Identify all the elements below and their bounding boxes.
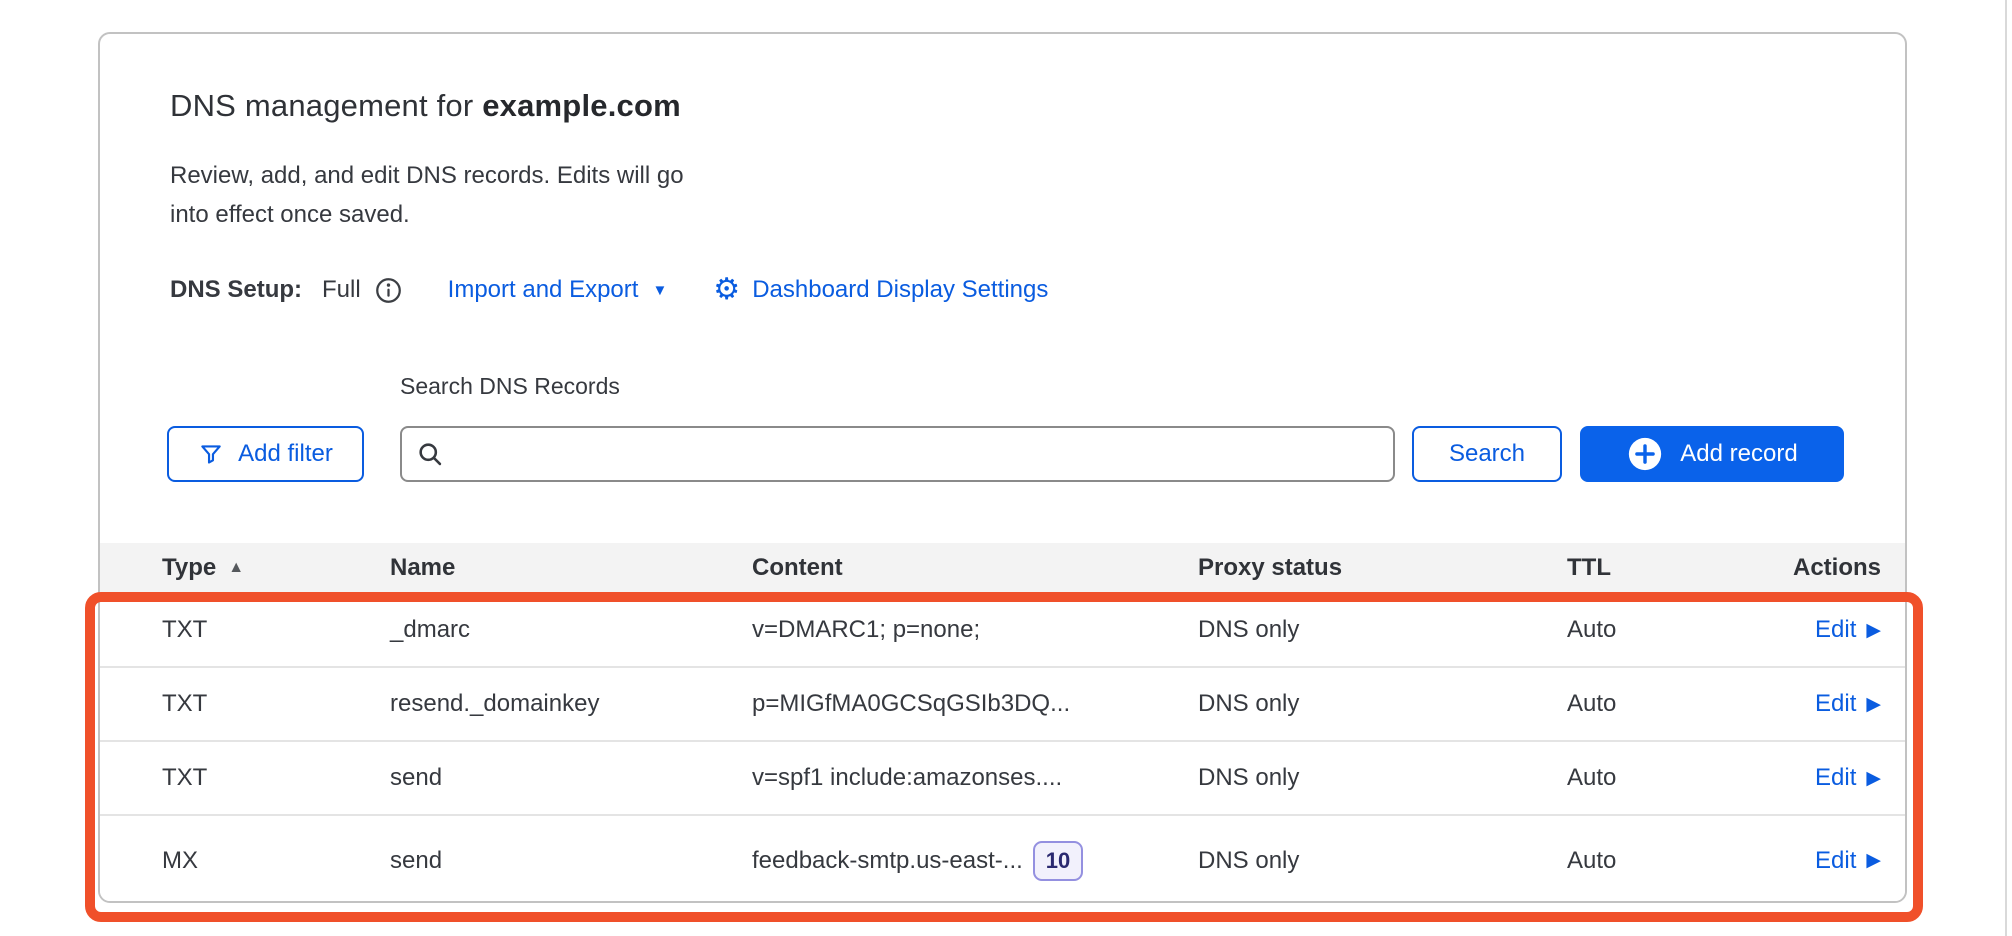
- column-header-actions: Actions: [1717, 554, 1881, 582]
- sort-ascending-icon: ▲: [228, 559, 244, 577]
- add-record-button[interactable]: Add record: [1580, 426, 1844, 482]
- cell-ttl: Auto: [1567, 616, 1717, 644]
- filter-funnel-icon: [198, 441, 224, 467]
- cell-content: v=DMARC1; p=none;: [752, 616, 1198, 644]
- gear-icon: ⚙: [713, 275, 740, 305]
- edit-button[interactable]: Edit ▶: [1815, 690, 1881, 718]
- page-description: Review, add, and edit DNS records. Edits…: [170, 156, 715, 234]
- cell-proxy-status: DNS only: [1198, 847, 1567, 875]
- cell-ttl: Auto: [1567, 847, 1717, 875]
- table-row: TXT _dmarc v=DMARC1; p=none; DNS only Au…: [100, 594, 1905, 668]
- cell-content: v=spf1 include:amazonses....: [752, 764, 1198, 792]
- import-export-label: Import and Export: [448, 276, 639, 304]
- table-header: Type ▲ Name Content Proxy status TTL Act…: [100, 543, 1905, 594]
- plus-circle-icon: [1626, 435, 1664, 473]
- dns-setup-value: Full: [322, 276, 361, 304]
- edit-label: Edit: [1815, 690, 1856, 718]
- dns-management-card: DNS management for example.com Review, a…: [98, 32, 1907, 903]
- cell-name: resend._domainkey: [390, 690, 752, 718]
- cell-name: _dmarc: [390, 616, 752, 644]
- page-title-domain: example.com: [482, 88, 681, 123]
- dns-setup-row: DNS Setup: Full Import and Export ▼ ⚙ Da…: [170, 270, 1048, 310]
- cell-type: MX: [162, 847, 390, 875]
- add-record-label: Add record: [1680, 440, 1797, 468]
- add-filter-button[interactable]: Add filter: [167, 426, 364, 482]
- edit-label: Edit: [1815, 616, 1856, 644]
- edit-button[interactable]: Edit ▶: [1815, 764, 1881, 792]
- chevron-down-icon: ▼: [652, 283, 667, 298]
- dashboard-display-settings-link[interactable]: ⚙ Dashboard Display Settings: [713, 275, 1048, 305]
- cell-name: send: [390, 847, 752, 875]
- cell-ttl: Auto: [1567, 690, 1717, 718]
- add-filter-label: Add filter: [238, 440, 333, 468]
- chevron-right-icon: ▶: [1866, 851, 1881, 870]
- dashboard-display-settings-label: Dashboard Display Settings: [752, 276, 1048, 304]
- priority-badge: 10: [1033, 841, 1083, 881]
- search-input[interactable]: [400, 426, 1395, 482]
- cell-content: p=MIGfMA0GCSqGSIb3DQ...: [752, 690, 1198, 718]
- cell-actions: Edit ▶: [1717, 764, 1881, 792]
- cell-type: TXT: [162, 690, 390, 718]
- cell-ttl: Auto: [1567, 764, 1717, 792]
- cell-content: feedback-smtp.us-east-... 10: [752, 841, 1198, 881]
- dns-setup-label: DNS Setup:: [170, 276, 302, 304]
- table-row: MX send feedback-smtp.us-east-... 10 DNS…: [100, 816, 1905, 903]
- cell-type: TXT: [162, 616, 390, 644]
- column-header-content[interactable]: Content: [752, 554, 1198, 582]
- search-dns-records-label: Search DNS Records: [400, 373, 620, 400]
- cell-proxy-status: DNS only: [1198, 616, 1567, 644]
- cell-proxy-status: DNS only: [1198, 690, 1567, 718]
- table-row: TXT resend._domainkey p=MIGfMA0GCSqGSIb3…: [100, 668, 1905, 742]
- column-header-proxy-status[interactable]: Proxy status: [1198, 554, 1567, 582]
- record-content-text: p=MIGfMA0GCSqGSIb3DQ...: [752, 690, 1070, 718]
- cell-name: send: [390, 764, 752, 792]
- column-header-type[interactable]: Type ▲: [162, 554, 390, 582]
- search-button-label: Search: [1449, 440, 1525, 468]
- column-header-name[interactable]: Name: [390, 554, 752, 582]
- edit-button[interactable]: Edit ▶: [1815, 847, 1881, 875]
- search-button[interactable]: Search: [1412, 426, 1562, 482]
- cell-actions: Edit ▶: [1717, 847, 1881, 875]
- cell-type: TXT: [162, 764, 390, 792]
- record-content-text: v=spf1 include:amazonses....: [752, 764, 1062, 792]
- controls-row: Add filter Search: [100, 426, 1905, 482]
- dns-management-page: DNS management for example.com Review, a…: [0, 0, 2012, 936]
- adjacent-panel-edge: [2005, 0, 2007, 936]
- cell-proxy-status: DNS only: [1198, 764, 1567, 792]
- column-header-ttl[interactable]: TTL: [1567, 554, 1717, 582]
- table-row: TXT send v=spf1 include:amazonses.... DN…: [100, 742, 1905, 816]
- cell-actions: Edit ▶: [1717, 690, 1881, 718]
- column-header-type-label: Type: [162, 554, 216, 582]
- page-title: DNS management for example.com: [170, 88, 681, 124]
- edit-label: Edit: [1815, 764, 1856, 792]
- cell-actions: Edit ▶: [1717, 616, 1881, 644]
- record-content-text: feedback-smtp.us-east-...: [752, 847, 1023, 875]
- chevron-right-icon: ▶: [1866, 769, 1881, 788]
- chevron-right-icon: ▶: [1866, 695, 1881, 714]
- edit-button[interactable]: Edit ▶: [1815, 616, 1881, 644]
- edit-label: Edit: [1815, 847, 1856, 875]
- table-body: TXT _dmarc v=DMARC1; p=none; DNS only Au…: [100, 594, 1905, 903]
- search-input-wrap: [400, 426, 1395, 482]
- page-title-prefix: DNS management for: [170, 88, 482, 123]
- chevron-right-icon: ▶: [1866, 621, 1881, 640]
- import-export-link[interactable]: Import and Export ▼: [448, 276, 668, 304]
- record-content-text: v=DMARC1; p=none;: [752, 616, 980, 644]
- info-icon[interactable]: [375, 277, 402, 304]
